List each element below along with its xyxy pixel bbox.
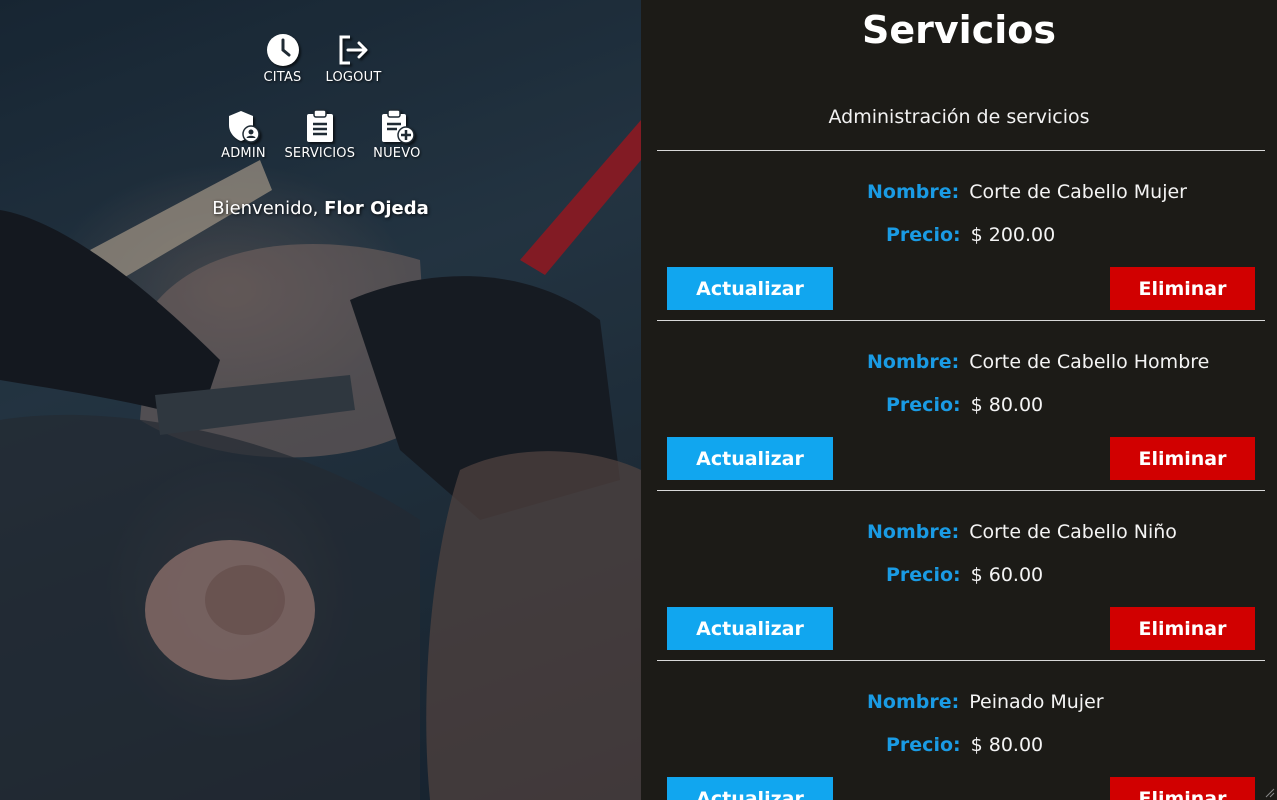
clipboard-add-icon [381,109,415,144]
resize-grip-icon[interactable] [1265,788,1275,798]
service-name-row: Nombre: Corte de Cabello Hombre [867,351,1209,373]
nav-label-admin: ADMIN [221,146,266,161]
nav-row-primary: CITAS LOGOUT [0,32,641,85]
nav-label-nuevo: NUEVO [373,146,421,161]
welcome-prefix: Bienvenido, [212,198,319,219]
page-title: Servicios [862,8,1056,52]
update-button[interactable]: Actualizar [667,437,833,480]
page-subtitle: Administración de servicios [828,106,1090,128]
service-price-row: Precio: $ 200.00 [886,224,1055,246]
service-name-value: Corte de Cabello Mujer [969,181,1187,203]
shield-user-icon [229,111,261,143]
clipboard-list-icon [306,109,333,142]
service-price-key: Precio: [886,734,961,756]
nav-item-servicios[interactable]: SERVICIOS [284,108,355,161]
service-price-row: Precio: $ 80.00 [886,734,1043,756]
clock-icon [266,34,299,66]
service-card: Nombre: Peinado Mujer Precio: $ 80.00 Ac… [657,660,1265,800]
service-price-row: Precio: $ 80.00 [886,394,1043,416]
delete-button[interactable]: Eliminar [1110,777,1255,800]
service-name-key: Nombre: [867,691,960,713]
service-name-key: Nombre: [867,351,960,373]
service-price-value: $ 200.00 [970,224,1056,246]
nav-label-servicios: SERVICIOS [284,146,356,161]
nav-item-nuevo[interactable]: NUEVO [373,108,420,161]
service-name-key: Nombre: [867,181,960,203]
update-button[interactable]: Actualizar [667,267,833,310]
service-price-value: $ 80.00 [970,394,1044,416]
nav-item-logout[interactable]: LOGOUT [326,32,382,85]
service-price-key: Precio: [886,394,961,416]
service-name-value: Peinado Mujer [969,691,1104,713]
service-name-value: Corte de Cabello Hombre [969,351,1210,373]
service-name-row: Nombre: Corte de Cabello Niño [867,521,1177,543]
delete-button[interactable]: Eliminar [1110,267,1255,310]
welcome-message: Bienvenido, Flor Ojeda [0,198,641,219]
update-button[interactable]: Actualizar [667,777,833,800]
nav-label-logout: LOGOUT [325,70,382,85]
service-price-row: Precio: $ 60.00 [886,564,1043,586]
update-button[interactable]: Actualizar [667,607,833,650]
service-name-value: Corte de Cabello Niño [969,521,1177,543]
service-price-value: $ 80.00 [970,734,1044,756]
delete-button[interactable]: Eliminar [1110,437,1255,480]
logout-icon [339,35,368,65]
delete-button[interactable]: Eliminar [1110,607,1255,650]
service-name-key: Nombre: [867,521,960,543]
service-price-key: Precio: [886,564,961,586]
service-card: Nombre: Corte de Cabello Hombre Precio: … [657,320,1265,490]
services-panel: Servicios Administración de servicios No… [641,0,1277,800]
nav-row-secondary: ADMIN SERVICIOS NUEVO [0,108,641,161]
hero-panel: CITAS LOGOUT ADMIN SERVICIOS NUEVO Bienv… [0,0,641,800]
service-price-value: $ 60.00 [970,564,1044,586]
service-card: Nombre: Corte de Cabello Mujer Precio: $… [657,150,1265,320]
nav-item-citas[interactable]: CITAS [260,32,306,85]
services-list: Nombre: Corte de Cabello Mujer Precio: $… [657,150,1265,800]
nav-label-citas: CITAS [263,70,302,85]
service-name-row: Nombre: Peinado Mujer [867,691,1104,713]
nav-item-admin[interactable]: ADMIN [220,108,266,161]
service-card: Nombre: Corte de Cabello Niño Precio: $ … [657,490,1265,660]
welcome-user-name: Flor Ojeda [324,198,429,219]
service-price-key: Precio: [886,224,961,246]
service-name-row: Nombre: Corte de Cabello Mujer [867,181,1187,203]
